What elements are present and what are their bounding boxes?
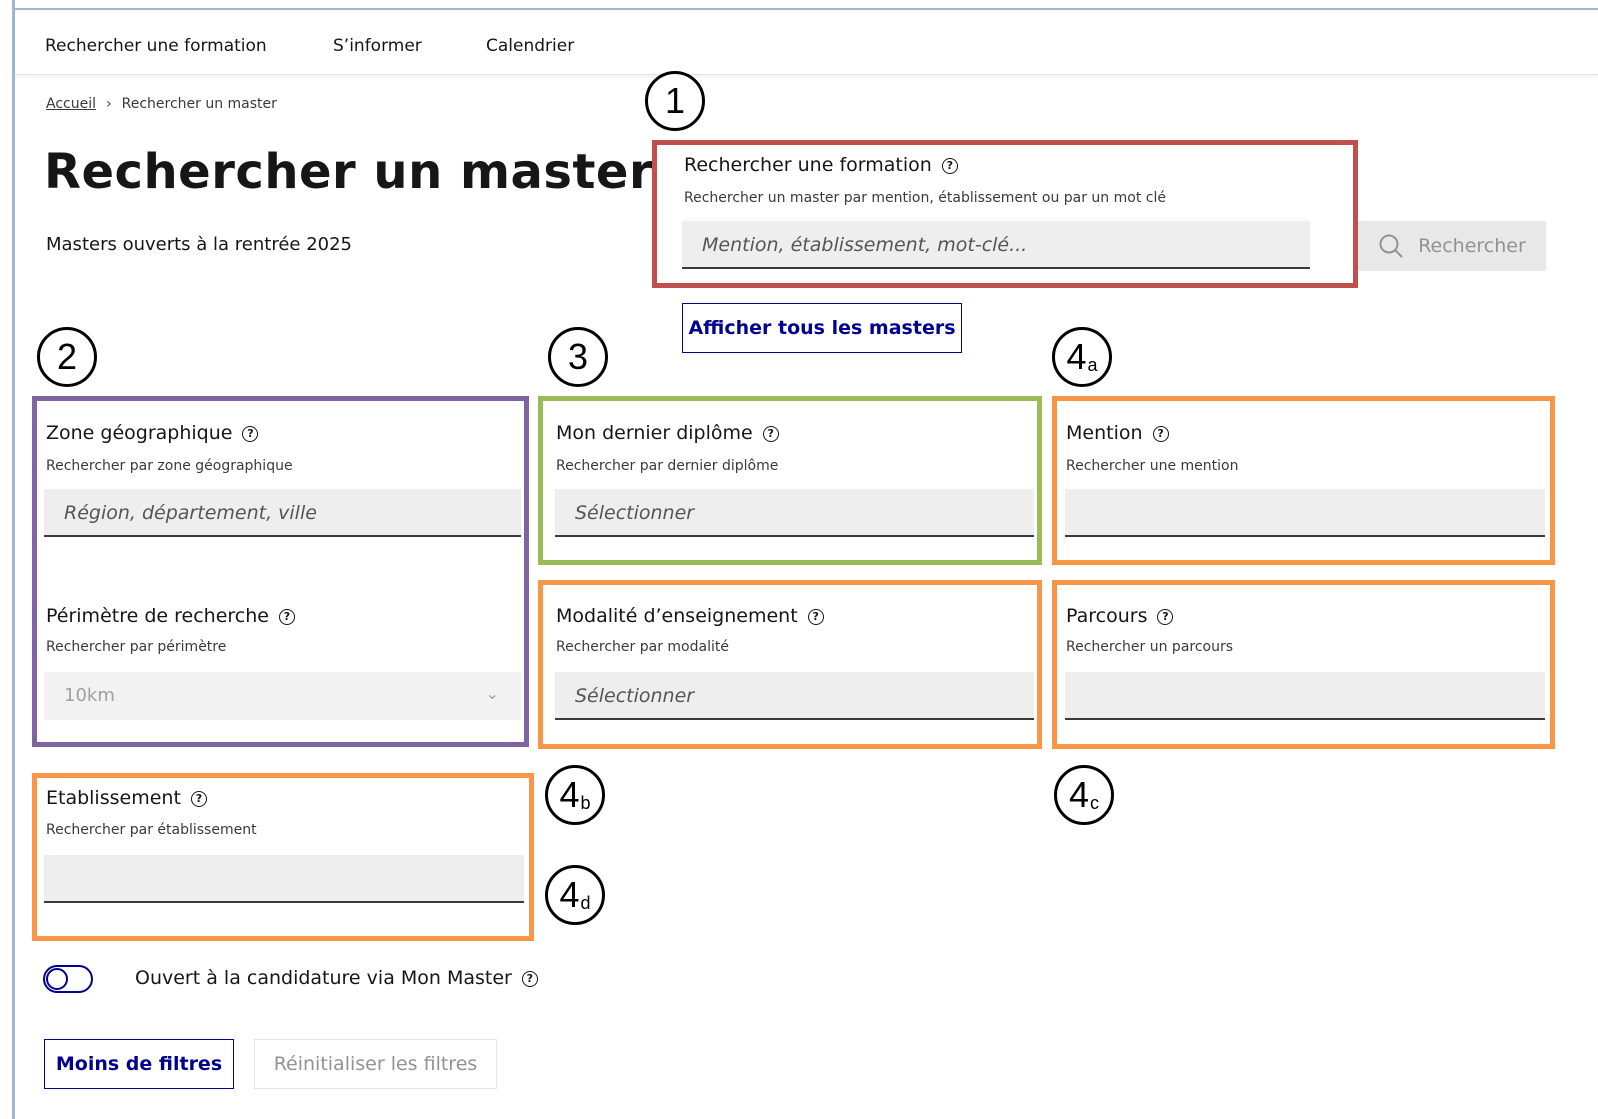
- parcours-hint: Rechercher un parcours: [1066, 639, 1234, 655]
- annotation-marker-1: 1: [645, 71, 705, 131]
- annotation-marker-2: 2: [37, 327, 97, 387]
- zone-input[interactable]: Région, département, ville: [44, 489, 521, 537]
- search-input[interactable]: Mention, établissement, mot-clé...: [682, 221, 1310, 269]
- nav-item-informer[interactable]: S’informer: [333, 36, 422, 56]
- annotation-marker-4b: 4b: [545, 765, 605, 825]
- less-filters-button[interactable]: Moins de filtres: [44, 1039, 234, 1089]
- help-icon[interactable]: ?: [242, 425, 259, 442]
- annotation-marker-3: 3: [548, 327, 608, 387]
- show-all-masters-button[interactable]: Afficher tous les masters: [682, 303, 962, 353]
- chevron-down-icon: ⌄: [485, 684, 499, 703]
- magnifier-icon: [1379, 234, 1403, 258]
- parcours-input[interactable]: [1065, 672, 1545, 720]
- help-icon[interactable]: ?: [190, 790, 207, 807]
- etablissement-hint: Rechercher par établissement: [46, 822, 257, 838]
- nav-item-calendrier[interactable]: Calendrier: [486, 36, 574, 56]
- zone-label: Zone géographique?: [46, 422, 259, 444]
- nav-item-rechercher[interactable]: Rechercher une formation: [45, 36, 267, 56]
- perimetre-hint: Rechercher par périmètre: [46, 639, 227, 655]
- top-nav: Rechercher une formation S’informer Cale…: [15, 10, 1598, 75]
- mention-hint: Rechercher une mention: [1066, 458, 1239, 474]
- search-button-label: Rechercher: [1418, 235, 1526, 257]
- annotation-marker-4d: 4d: [545, 865, 605, 925]
- toggle-label: Ouvert à la candidature via Mon Master?: [135, 967, 538, 989]
- mention-input[interactable]: [1065, 489, 1545, 537]
- window-border-left: [12, 0, 15, 1119]
- breadcrumb-separator: ›: [106, 96, 112, 112]
- help-icon[interactable]: ?: [278, 608, 295, 625]
- diplome-select[interactable]: Sélectionner: [555, 489, 1034, 537]
- perimetre-value: 10km: [64, 685, 115, 706]
- zone-hint: Rechercher par zone géographique: [46, 458, 293, 474]
- breadcrumb-home-link[interactable]: Accueil: [46, 96, 96, 112]
- etablissement-input[interactable]: [44, 855, 524, 903]
- help-icon[interactable]: ?: [1152, 425, 1169, 442]
- breadcrumb: Accueil › Rechercher un master: [46, 96, 277, 112]
- perimetre-select[interactable]: 10km ⌄: [44, 672, 521, 720]
- help-icon[interactable]: ?: [807, 608, 824, 625]
- help-icon[interactable]: ?: [941, 157, 958, 174]
- annotation-marker-4c: 4c: [1054, 765, 1114, 825]
- help-icon[interactable]: ?: [762, 425, 779, 442]
- page-subtitle: Masters ouverts à la rentrée 2025: [46, 234, 353, 255]
- search-label: Rechercher une formation?: [684, 154, 958, 176]
- breadcrumb-current: Rechercher un master: [121, 96, 277, 112]
- search-button[interactable]: Rechercher: [1358, 221, 1546, 271]
- help-icon[interactable]: ?: [521, 970, 538, 987]
- mention-label: Mention?: [1066, 422, 1169, 444]
- candidature-toggle[interactable]: [43, 965, 93, 993]
- perimetre-label: Périmètre de recherche?: [46, 605, 295, 627]
- diplome-hint: Rechercher par dernier diplôme: [556, 458, 779, 474]
- diplome-label: Mon dernier diplôme?: [556, 422, 779, 444]
- modalite-select[interactable]: Sélectionner: [555, 672, 1034, 720]
- toggle-knob: [46, 968, 68, 990]
- reset-filters-button[interactable]: Réinitialiser les filtres: [254, 1039, 497, 1089]
- parcours-label: Parcours?: [1066, 605, 1174, 627]
- modalite-hint: Rechercher par modalité: [556, 639, 729, 655]
- search-hint: Rechercher un master par mention, établi…: [684, 190, 1166, 206]
- etablissement-label: Etablissement?: [46, 787, 207, 809]
- help-icon[interactable]: ?: [1157, 608, 1174, 625]
- page-title: Rechercher un master: [44, 144, 654, 200]
- modalite-label: Modalité d’enseignement?: [556, 605, 824, 627]
- annotation-marker-4a: 4a: [1052, 327, 1112, 387]
